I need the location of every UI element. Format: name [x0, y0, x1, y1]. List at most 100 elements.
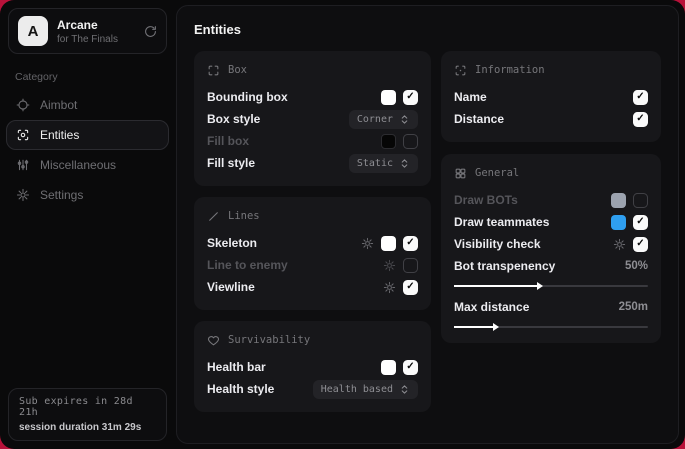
setting-label: Skeleton	[207, 236, 257, 250]
setting-row: Fill box	[207, 130, 418, 152]
checkbox-checked[interactable]	[633, 215, 648, 230]
panel-title: Lines	[228, 210, 260, 222]
row-settings-gear-icon[interactable]	[383, 281, 396, 294]
setting-label: Fill box	[207, 134, 249, 148]
setting-row: Draw BOTs	[454, 189, 648, 211]
sidebar-item-miscellaneous[interactable]: Miscellaneous	[6, 150, 169, 180]
sidebar-item-label: Miscellaneous	[40, 158, 116, 172]
setting-row: Health style Health based	[207, 378, 418, 400]
color-swatch[interactable]	[381, 236, 396, 251]
setting-label: Visibility check	[454, 237, 541, 251]
panel-header: Box	[207, 61, 418, 79]
panel-information: Information Name Distance	[441, 51, 661, 142]
panel-title: Information	[475, 64, 545, 76]
panel-box: Box Bounding box Box style Corner	[194, 51, 431, 186]
health-style-dropdown[interactable]: Health based	[313, 380, 418, 399]
checkbox-checked[interactable]	[403, 90, 418, 105]
row-controls	[383, 258, 418, 273]
row-controls	[361, 236, 418, 251]
panel-survivability: Survivability Health bar Health style He…	[194, 321, 431, 412]
color-swatch[interactable]	[611, 215, 626, 230]
setting-label: Bounding box	[207, 90, 288, 104]
checkbox-unchecked[interactable]	[403, 258, 418, 273]
checkbox-checked[interactable]	[403, 280, 418, 295]
heart-icon	[207, 334, 220, 347]
setting-row: Fill style Static	[207, 152, 418, 174]
panel-general: General Draw BOTs Draw teammates	[441, 154, 661, 343]
setting-label: Draw BOTs	[454, 193, 518, 207]
sub-expires-text: Sub expires in 28d 21h	[19, 396, 156, 418]
dropdown-value: Corner	[357, 114, 393, 125]
color-swatch[interactable]	[381, 360, 396, 375]
sidebar-item-label: Entities	[40, 128, 79, 142]
setting-label: Name	[454, 90, 487, 104]
entities-scan-icon	[16, 128, 30, 142]
row-controls	[613, 237, 648, 252]
setting-row: Bounding box	[207, 86, 418, 108]
slider-label-row: Max distance 250m	[454, 296, 648, 318]
category-label: Category	[15, 71, 175, 83]
sidebar-item-aimbot[interactable]: Aimbot	[6, 90, 169, 120]
sidebar-item-label: Settings	[40, 188, 83, 202]
main-panel: Entities Box Bounding box	[176, 5, 679, 444]
app-logo: A	[18, 16, 48, 46]
slider-label-row: Bot transpenency 50%	[454, 255, 648, 277]
grid-icon	[454, 167, 467, 180]
row-settings-gear-icon[interactable]	[383, 259, 396, 272]
row-controls	[381, 360, 418, 375]
row-settings-gear-icon[interactable]	[361, 237, 374, 250]
slider-fill	[454, 285, 541, 287]
sidebar-item-settings[interactable]: Settings	[6, 180, 169, 210]
crosshair-icon	[16, 98, 30, 112]
page-title: Entities	[194, 22, 661, 37]
color-swatch[interactable]	[381, 90, 396, 105]
setting-label: Line to enemy	[207, 258, 288, 272]
right-column: Information Name Distance	[441, 51, 661, 343]
panel-header: Information	[454, 61, 648, 79]
panel-header: General	[454, 164, 648, 182]
chevrons-up-down-icon	[399, 114, 410, 125]
color-swatch[interactable]	[381, 134, 396, 149]
row-controls	[633, 90, 648, 105]
dropdown-value: Health based	[321, 384, 393, 395]
panel-header: Survivability	[207, 331, 418, 349]
chevrons-up-down-icon	[399, 384, 410, 395]
sidebar-item-label: Aimbot	[40, 98, 77, 112]
bot-transparency-slider[interactable]	[454, 285, 648, 287]
setting-row: Box style Corner	[207, 108, 418, 130]
row-settings-gear-icon[interactable]	[613, 238, 626, 251]
sidebar-item-entities[interactable]: Entities	[6, 120, 169, 150]
checkbox-checked[interactable]	[633, 112, 648, 127]
setting-label: Max distance	[454, 300, 529, 314]
setting-label: Bot transpenency	[454, 259, 555, 273]
setting-row: Distance	[454, 108, 648, 130]
setting-row: Viewline	[207, 276, 418, 298]
app-header-card: A Arcane for The Finals	[8, 8, 167, 54]
setting-label: Box style	[207, 112, 260, 126]
row-controls	[611, 193, 648, 208]
setting-label: Viewline	[207, 280, 255, 294]
checkbox-unchecked[interactable]	[403, 134, 418, 149]
slider-value: 50%	[625, 260, 648, 272]
dropdown-value: Static	[357, 158, 393, 169]
row-controls	[611, 215, 648, 230]
subscription-card: Sub expires in 28d 21h session duration …	[8, 388, 167, 441]
checkbox-checked[interactable]	[403, 236, 418, 251]
setting-row: Visibility check	[454, 233, 648, 255]
setting-row: Name	[454, 86, 648, 108]
box-style-dropdown[interactable]: Corner	[349, 110, 418, 129]
setting-row: Skeleton	[207, 232, 418, 254]
checkbox-checked[interactable]	[633, 90, 648, 105]
panel-columns: Box Bounding box Box style Corner	[194, 51, 661, 412]
checkbox-checked[interactable]	[403, 360, 418, 375]
checkbox-checked[interactable]	[633, 237, 648, 252]
max-distance-slider[interactable]	[454, 326, 648, 328]
fill-style-dropdown[interactable]: Static	[349, 154, 418, 173]
panel-lines: Lines Skeleton Line to enemy	[194, 197, 431, 310]
left-column: Box Bounding box Box style Corner	[194, 51, 431, 412]
panel-header: Lines	[207, 207, 418, 225]
checkbox-unchecked[interactable]	[633, 193, 648, 208]
color-swatch[interactable]	[611, 193, 626, 208]
refresh-icon[interactable]	[144, 25, 157, 38]
row-controls	[381, 90, 418, 105]
